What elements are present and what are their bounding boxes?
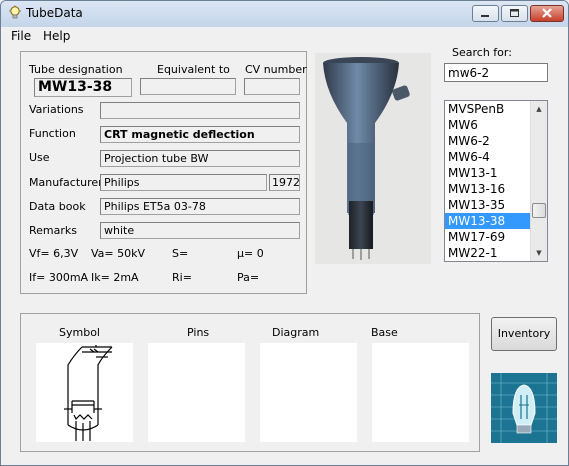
manufacturer-label: Manufacturer bbox=[29, 176, 103, 189]
cv-number-label: CV number bbox=[245, 63, 307, 76]
param-vf: Vf= 6,3V bbox=[29, 247, 79, 260]
param-ri: Ri= bbox=[172, 271, 192, 284]
app-logo bbox=[491, 373, 557, 443]
close-button[interactable] bbox=[530, 5, 564, 22]
tube-logo-icon bbox=[491, 373, 557, 443]
base-pane bbox=[372, 343, 469, 442]
main-window: TubeData File Help Tube designation Equi… bbox=[0, 0, 569, 466]
scroll-up-arrow-icon[interactable]: ▲ bbox=[531, 101, 547, 117]
tube-designation-field[interactable]: MW13-38 bbox=[34, 78, 132, 97]
param-mu: µ= 0 bbox=[237, 247, 264, 260]
scroll-thumb[interactable] bbox=[532, 203, 546, 218]
maximize-button[interactable] bbox=[501, 5, 528, 22]
lightbulb-icon bbox=[9, 5, 21, 19]
param-pa: Pa= bbox=[237, 271, 260, 284]
data-book-label: Data book bbox=[29, 200, 86, 213]
remarks-field[interactable]: white bbox=[100, 222, 300, 239]
pins-pane bbox=[148, 343, 245, 442]
menu-file[interactable]: File bbox=[11, 29, 31, 43]
search-label: Search for: bbox=[452, 46, 512, 59]
title-bar[interactable]: TubeData bbox=[1, 1, 568, 28]
equivalent-to-field[interactable] bbox=[140, 78, 236, 95]
tube-photo-image bbox=[323, 57, 410, 260]
pins-label: Pins bbox=[187, 326, 210, 339]
param-s: S= bbox=[172, 247, 189, 260]
remarks-label: Remarks bbox=[29, 224, 77, 237]
manufacturer-field[interactable]: Philips bbox=[100, 174, 267, 191]
function-field[interactable]: CRT magnetic deflection bbox=[100, 126, 300, 143]
variations-label: Variations bbox=[29, 103, 84, 116]
use-field[interactable]: Projection tube BW bbox=[100, 150, 300, 167]
param-va: Va= 50kV bbox=[91, 247, 146, 260]
base-label: Base bbox=[371, 326, 398, 339]
scroll-down-arrow-icon[interactable]: ▼ bbox=[531, 245, 547, 261]
tube-list[interactable]: MVSPenB MW6 MW6-2 MW6-4 MW13-1 MW13-16 MW13-35… bbox=[444, 100, 548, 262]
list-scrollbar[interactable]: ▲ ▼ bbox=[530, 101, 547, 261]
param-ik: Ik= 2mA bbox=[91, 271, 139, 284]
diagram-pane bbox=[260, 343, 357, 442]
minimize-button[interactable] bbox=[472, 5, 499, 22]
close-icon bbox=[542, 8, 552, 18]
menu-help[interactable]: Help bbox=[43, 29, 70, 43]
tube-symbol-icon bbox=[64, 345, 113, 441]
symbol-pane bbox=[36, 343, 133, 442]
year-field[interactable]: 1972 bbox=[269, 174, 300, 191]
menu-bar: File Help bbox=[1, 27, 568, 45]
maximize-icon bbox=[510, 9, 519, 17]
symbol-label: Symbol bbox=[59, 326, 100, 339]
minimize-icon bbox=[481, 15, 489, 17]
use-label: Use bbox=[29, 151, 50, 164]
cv-number-field[interactable] bbox=[244, 78, 300, 95]
tube-photo bbox=[315, 53, 431, 264]
equivalent-to-label: Equivalent to bbox=[157, 63, 230, 76]
param-if: If= 300mA bbox=[29, 271, 89, 284]
data-book-field[interactable]: Philips ET5a 03-78 bbox=[100, 198, 300, 215]
window-title: TubeData bbox=[26, 6, 83, 20]
inventory-button[interactable]: Inventory bbox=[491, 317, 557, 351]
function-label: Function bbox=[29, 127, 76, 140]
diagram-label: Diagram bbox=[272, 326, 320, 339]
search-input[interactable] bbox=[444, 63, 548, 82]
variations-field[interactable] bbox=[100, 102, 300, 119]
tube-designation-label: Tube designation bbox=[29, 63, 123, 76]
